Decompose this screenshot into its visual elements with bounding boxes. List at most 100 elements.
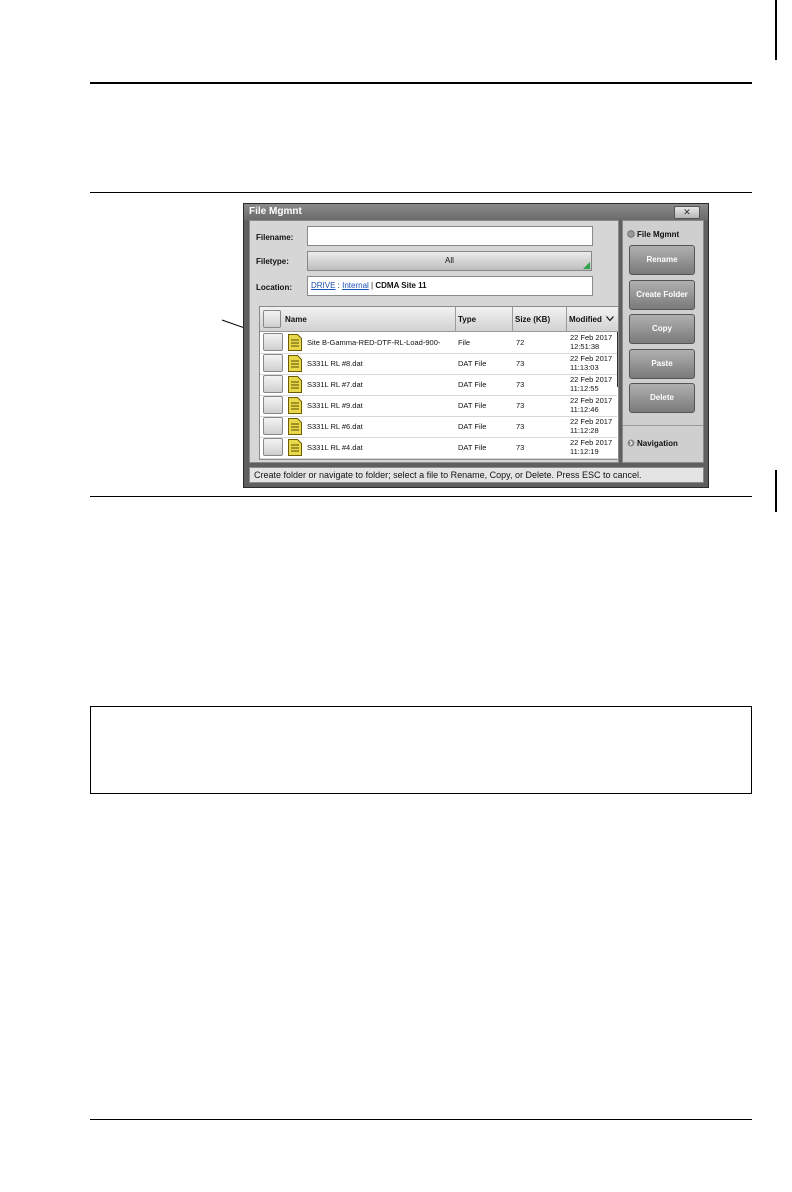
file-icon <box>288 355 302 372</box>
file-icon <box>288 439 302 456</box>
rename-button[interactable]: Rename <box>629 245 695 275</box>
file-modified-date: 22 Feb 2017 <box>570 333 613 342</box>
file-modified: 22 Feb 2017 11:13:03 <box>570 354 612 372</box>
select-all-checkbox[interactable] <box>263 310 281 328</box>
file-size: 73 <box>516 359 525 368</box>
header-rule <box>90 82 752 84</box>
file-icon <box>288 334 302 351</box>
breadcrumb-internal-link[interactable]: Internal <box>342 281 369 290</box>
filetype-label: Filetype: <box>256 257 289 266</box>
file-modified: 22 Feb 2017 11:12:55 <box>570 375 612 393</box>
file-modified-date: 22 Feb 2017 <box>570 354 613 363</box>
paste-button[interactable]: Paste <box>629 349 695 379</box>
radio-icon <box>627 230 635 238</box>
chevron-down-icon[interactable] <box>606 316 614 322</box>
table-header: Name Type Size (KB) Modified <box>260 307 618 332</box>
margin-mark <box>775 0 777 60</box>
file-size: 73 <box>516 422 525 431</box>
file-size: 73 <box>516 401 525 410</box>
file-modified-date: 22 Feb 2017 <box>570 396 613 405</box>
file-modified-time: 11:12:46 <box>570 405 599 414</box>
file-type: DAT File <box>458 422 487 431</box>
file-table: Name Type Size (KB) Modified Site B-Gamm… <box>259 306 619 460</box>
side-divider <box>623 425 703 426</box>
footer-rule <box>90 1119 752 1120</box>
file-modified-time: 11:12:55 <box>570 384 599 393</box>
file-type: DAT File <box>458 380 487 389</box>
file-type: DAT File <box>458 401 487 410</box>
side-menu-title: File Mgmnt <box>637 230 680 239</box>
file-type: File <box>458 338 471 347</box>
close-icon[interactable]: ✕ <box>674 206 700 219</box>
title-bar: File Mgmnt ✕ <box>244 204 708 220</box>
delete-button[interactable]: Delete <box>629 383 695 413</box>
file-modified: 22 Feb 2017 12:51:38 <box>570 333 612 351</box>
table-row[interactable]: S331L RL #9.dat DAT File 73 22 Feb 2017 11:1… <box>260 395 617 417</box>
column-divider <box>512 307 513 331</box>
file-type: DAT File <box>458 443 487 452</box>
main-panel: Filename: Filetype: All Location: DRIVE … <box>249 220 619 463</box>
navigation-arrow-icon <box>627 439 635 447</box>
filename-input[interactable] <box>307 226 593 246</box>
file-icon <box>288 376 302 393</box>
row-checkbox[interactable] <box>263 396 283 414</box>
copy-button[interactable]: Copy <box>629 314 695 344</box>
column-header-name[interactable]: Name <box>285 315 307 324</box>
row-checkbox[interactable] <box>263 375 283 393</box>
file-size: 73 <box>516 380 525 389</box>
file-name: S331L RL #6.dat <box>307 422 363 431</box>
column-header-type[interactable]: Type <box>458 315 476 324</box>
filetype-value: All <box>445 256 454 265</box>
file-management-window: File Mgmnt ✕ Filename: Filetype: All Loc… <box>243 203 709 488</box>
file-name: S331L RL #9.dat <box>307 401 363 410</box>
filetype-button[interactable]: All <box>307 251 592 271</box>
column-header-size[interactable]: Size (KB) <box>515 315 550 324</box>
submenu-corner-icon <box>583 262 590 269</box>
location-label: Location: <box>256 283 292 292</box>
file-type: DAT File <box>458 359 487 368</box>
file-modified-date: 22 Feb 2017 <box>570 375 613 384</box>
file-icon <box>288 418 302 435</box>
file-icon <box>288 397 302 414</box>
create-folder-button[interactable]: Create Folder <box>629 280 695 310</box>
figure-bottom-rule <box>90 496 752 497</box>
breadcrumb-drive-link[interactable]: DRIVE <box>311 281 335 290</box>
file-modified-date: 22 Feb 2017 <box>570 438 613 447</box>
file-modified-time: 12:51:38 <box>570 342 600 351</box>
file-size: 72 <box>516 338 525 347</box>
margin-mark <box>775 470 777 512</box>
file-modified-time: 11:13:03 <box>570 363 599 372</box>
file-modified: 22 Feb 2017 11:12:46 <box>570 396 612 414</box>
column-divider <box>455 307 456 331</box>
location-breadcrumb: DRIVE : Internal | CDMA Site 11 <box>307 276 593 296</box>
table-row[interactable]: S331L RL #4.dat DAT File 73 22 Feb 2017 11:1… <box>260 437 617 459</box>
file-modified-time: 11:12:28 <box>570 426 599 435</box>
table-row[interactable]: Site B-Gamma-RED-DTF-RL-Load-900- File 72 2… <box>260 332 617 354</box>
breadcrumb-current-folder: CDMA Site 11 <box>375 281 427 290</box>
row-checkbox[interactable] <box>263 354 283 372</box>
file-name: S331L RL #4.dat <box>307 443 363 452</box>
navigation-menu-item[interactable]: Navigation <box>637 439 678 448</box>
file-size: 73 <box>516 443 525 452</box>
file-modified: 22 Feb 2017 11:12:19 <box>570 438 612 456</box>
file-name: Site B-Gamma-RED-DTF-RL-Load-900- <box>307 338 441 347</box>
row-checkbox[interactable] <box>263 333 283 351</box>
file-name: S331L RL #8.dat <box>307 359 363 368</box>
status-bar: Create folder or navigate to folder; sel… <box>249 467 704 483</box>
file-name: S331L RL #7.dat <box>307 380 363 389</box>
column-divider <box>566 307 567 331</box>
filename-label: Filename: <box>256 233 294 242</box>
file-modified-time: 11:12:19 <box>570 447 599 456</box>
column-header-modified[interactable]: Modified <box>569 315 602 324</box>
figure-top-rule <box>90 192 752 193</box>
table-row[interactable]: S331L RL #6.dat DAT File 73 22 Feb 2017 11:1… <box>260 416 617 438</box>
table-row[interactable]: S331L RL #8.dat DAT File 73 22 Feb 2017 11:1… <box>260 353 617 375</box>
file-modified-date: 22 Feb 2017 <box>570 417 613 426</box>
row-checkbox[interactable] <box>263 417 283 435</box>
scrollbar[interactable] <box>617 332 618 387</box>
row-checkbox[interactable] <box>263 438 283 456</box>
side-menu: File Mgmnt Rename Create Folder Copy Pas… <box>622 220 704 463</box>
window-title: File Mgmnt <box>249 206 302 217</box>
note-box <box>90 706 752 794</box>
table-row[interactable]: S331L RL #7.dat DAT File 73 22 Feb 2017 11:1… <box>260 374 617 396</box>
